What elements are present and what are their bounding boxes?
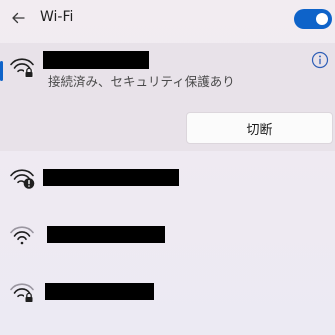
connection-status: 接続済み、セキュリティ保護あり — [48, 74, 235, 89]
wifi-toggle[interactable] — [294, 9, 332, 29]
ssid-redacted — [43, 169, 179, 186]
info-icon[interactable] — [311, 51, 329, 69]
wifi-open-icon — [10, 226, 34, 245]
selection-accent-bar — [0, 61, 3, 81]
wifi-warning-icon — [10, 169, 35, 189]
wifi-secured-icon — [10, 283, 34, 303]
network-item[interactable] — [0, 151, 335, 207]
header: Wi-Fi — [0, 0, 335, 38]
back-button[interactable] — [6, 7, 30, 29]
ssid-redacted — [45, 283, 154, 300]
network-item[interactable] — [0, 263, 335, 319]
wifi-secured-icon — [10, 58, 34, 78]
arrow-left-icon — [12, 12, 25, 24]
toggle-knob — [316, 13, 328, 25]
page-title: Wi-Fi — [40, 9, 74, 25]
connected-network[interactable]: 接続済み、セキュリティ保護あり 切断 — [0, 43, 335, 151]
disconnect-button[interactable]: 切断 — [186, 112, 333, 144]
ssid-redacted — [43, 51, 149, 69]
network-item[interactable] — [0, 207, 335, 263]
ssid-redacted — [47, 226, 165, 243]
